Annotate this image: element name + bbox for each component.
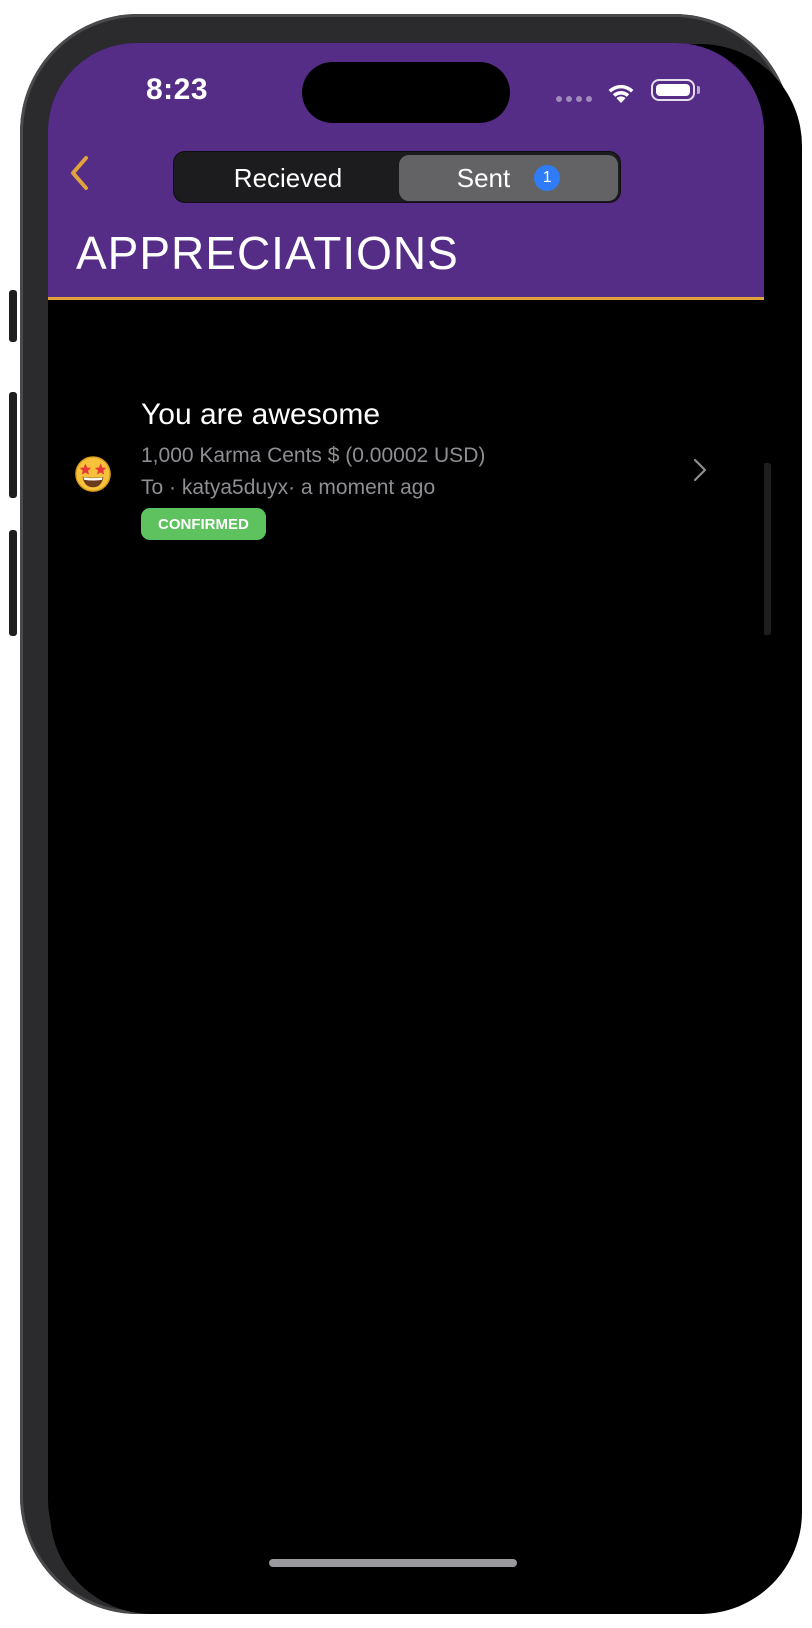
segment-sent[interactable]: Sent 1: [399, 155, 618, 201]
power-button: [763, 463, 771, 635]
star-struck-emoji-icon: [75, 456, 111, 492]
list-item[interactable]: You are awesome 1,000 Karma Cents $ (0.0…: [48, 398, 764, 548]
home-indicator[interactable]: [269, 1559, 517, 1567]
battery-icon: [651, 79, 695, 101]
wifi-icon: [608, 84, 634, 103]
segment-sent-label: Sent: [456, 162, 511, 193]
chevron-left-icon[interactable]: [66, 153, 92, 193]
sent-count-badge: 1: [534, 165, 561, 191]
volume-down-button: [9, 530, 17, 636]
volume-up-button: [9, 392, 17, 498]
appreciation-title: You are awesome: [141, 398, 381, 431]
segmented-control: Recieved Sent 1: [173, 151, 621, 203]
header: 8:23 Recieved Sent 1 APPRECIATIONS: [48, 43, 764, 300]
chevron-right-icon: [693, 458, 707, 482]
battery-tip: [697, 86, 700, 94]
appreciation-amount: 1,000 Karma Cents $ (0.00002 USD): [141, 444, 486, 467]
segment-received[interactable]: Recieved: [177, 155, 399, 201]
status-badge: CONFIRMED: [141, 508, 266, 540]
cellular-signal-icon: [556, 96, 592, 102]
screen: 8:23 Recieved Sent 1 APPRECIATIONS You a…: [48, 43, 764, 1588]
status-time: 8:23: [146, 73, 209, 106]
dynamic-island: [302, 62, 510, 123]
page-title: APPRECIATIONS: [76, 227, 459, 279]
action-button: [9, 290, 17, 342]
segment-received-label: Recieved: [233, 162, 343, 193]
appreciation-meta: To · katya5duyx· a moment ago: [141, 476, 436, 499]
